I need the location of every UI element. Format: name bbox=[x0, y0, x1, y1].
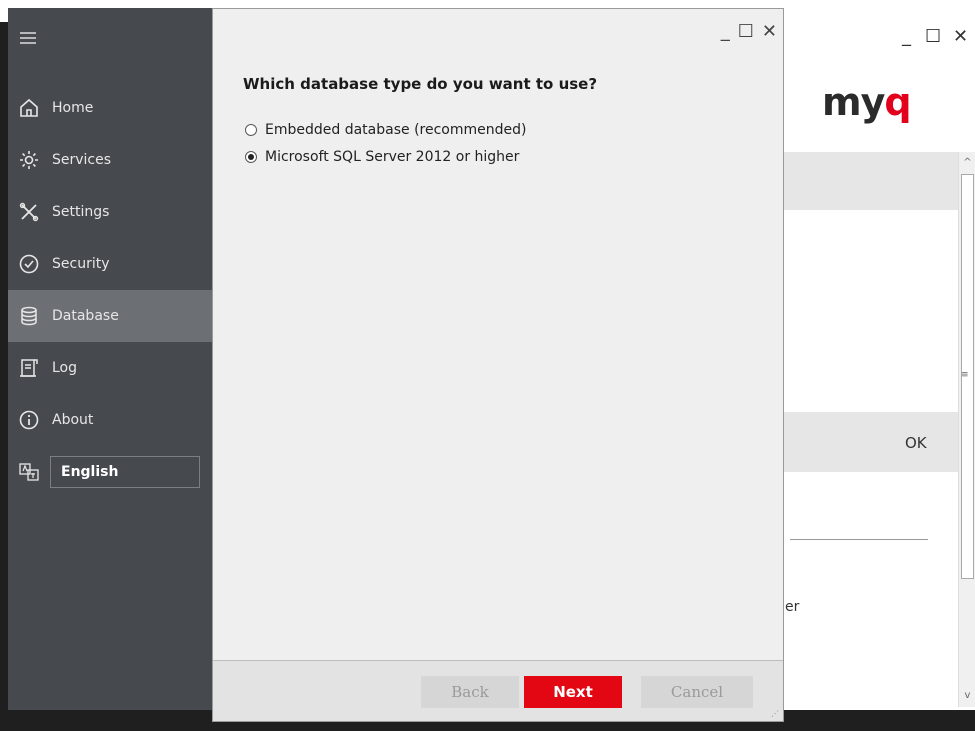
scroll-down-icon[interactable]: v bbox=[961, 689, 974, 703]
bg-minimize-button[interactable]: _ bbox=[902, 26, 911, 47]
bg-maximize-button[interactable]: ☐ bbox=[925, 26, 941, 47]
dialog-footer: Back Next Cancel ⋰ bbox=[213, 660, 783, 721]
language-icon bbox=[18, 461, 40, 483]
info-icon bbox=[18, 409, 40, 431]
sidebar-item-log[interactable]: Log bbox=[8, 342, 218, 394]
option-sql-server[interactable]: Microsoft SQL Server 2012 or higher bbox=[245, 149, 519, 165]
sidebar-item-home[interactable]: Home bbox=[8, 82, 218, 134]
sidebar-item-label: Database bbox=[52, 308, 119, 324]
sidebar-item-label: Settings bbox=[52, 204, 110, 220]
back-button[interactable]: Back bbox=[421, 676, 519, 708]
close-button[interactable]: ✕ bbox=[762, 21, 777, 42]
radio-button-checked[interactable] bbox=[245, 151, 257, 163]
bg-partial-text: er bbox=[785, 599, 800, 615]
option-embedded-database[interactable]: Embedded database (recommended) bbox=[245, 122, 526, 138]
bg-scrollbar[interactable]: ^ v bbox=[958, 152, 975, 707]
next-button[interactable]: Next bbox=[524, 676, 622, 708]
database-icon bbox=[18, 305, 40, 327]
sidebar-item-label: Home bbox=[52, 100, 94, 116]
hamburger-menu-icon[interactable] bbox=[18, 28, 38, 48]
sidebar-item-label: About bbox=[52, 412, 94, 428]
bg-close-button[interactable]: ✕ bbox=[953, 26, 968, 47]
resize-grip-icon[interactable]: ⋰ bbox=[771, 709, 781, 719]
bg-ok-band bbox=[783, 412, 960, 472]
radio-button[interactable] bbox=[245, 124, 257, 136]
logo-text-main: my bbox=[822, 80, 885, 124]
dialog-window-controls: _ ☐ ✕ bbox=[721, 21, 777, 42]
sidebar-item-security[interactable]: Security bbox=[8, 238, 218, 290]
maximize-button[interactable]: ☐ bbox=[738, 21, 754, 42]
logo-text-accent: q bbox=[884, 80, 911, 124]
sidebar-item-label: Services bbox=[52, 152, 112, 168]
sidebar: Home Services Settings Security Database… bbox=[8, 8, 218, 710]
sidebar-item-label: Security bbox=[52, 256, 110, 272]
bg-divider bbox=[790, 539, 928, 540]
scroll-grip-icon: ≡ bbox=[961, 370, 969, 380]
language-row: English bbox=[8, 454, 218, 490]
log-icon bbox=[18, 357, 40, 379]
option-label: Embedded database (recommended) bbox=[265, 122, 527, 138]
sidebar-item-database[interactable]: Database bbox=[8, 290, 218, 342]
option-label: Microsoft SQL Server 2012 or higher bbox=[265, 149, 520, 165]
sidebar-item-label: Log bbox=[52, 360, 78, 376]
bg-section-band bbox=[783, 152, 960, 210]
dialog-question: Which database type do you want to use? bbox=[243, 75, 598, 93]
scroll-up-icon[interactable]: ^ bbox=[961, 156, 974, 170]
shield-icon bbox=[18, 253, 40, 275]
bg-ok-button[interactable]: OK bbox=[905, 434, 927, 452]
myq-logo: myq bbox=[822, 80, 912, 124]
gear-icon bbox=[18, 149, 40, 171]
language-select[interactable]: English bbox=[50, 456, 200, 488]
sidebar-item-services[interactable]: Services bbox=[8, 134, 218, 186]
minimize-button[interactable]: _ bbox=[721, 21, 730, 42]
tools-icon bbox=[18, 201, 40, 223]
sidebar-item-settings[interactable]: Settings bbox=[8, 186, 218, 238]
cancel-button[interactable]: Cancel bbox=[641, 676, 753, 708]
sidebar-item-about[interactable]: About bbox=[8, 394, 218, 446]
home-icon bbox=[18, 97, 40, 119]
database-type-dialog: _ ☐ ✕ Which database type do you want to… bbox=[212, 8, 784, 722]
